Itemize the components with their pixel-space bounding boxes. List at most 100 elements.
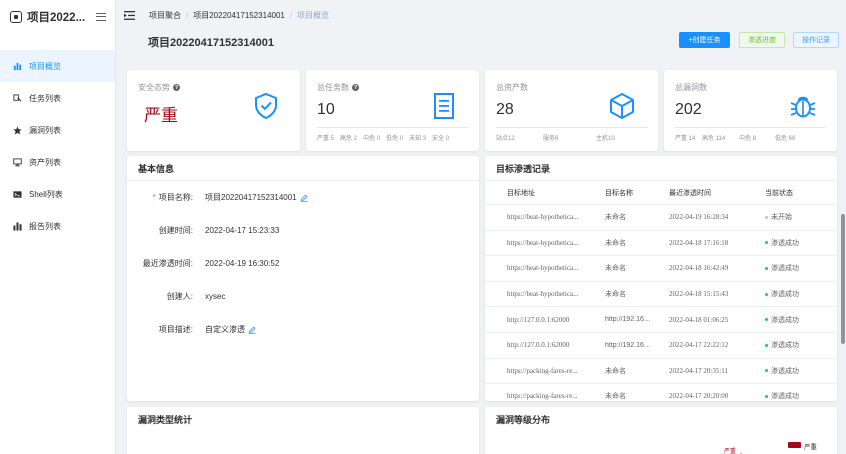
scrollbar-thumb[interactable] — [841, 214, 845, 344]
panel-title: 基本信息 — [127, 156, 479, 181]
vuln-count-medium: 中危 8 — [739, 136, 757, 142]
info-label: 最近渗透时间: — [142, 259, 193, 268]
create-task-button[interactable]: +创建任务 — [679, 32, 730, 48]
panel-title: 目标渗透记录 — [485, 156, 837, 181]
info-row-creator: 创建人: xysec — [127, 291, 226, 302]
status-text: 渗透成功 — [771, 367, 799, 375]
sidebar-item-label: 报告列表 — [29, 221, 61, 231]
status-dot — [765, 394, 768, 398]
status-text: 未开始 — [771, 214, 792, 222]
vuln-type-stats-panel: 漏洞类型统计 — [127, 407, 479, 454]
asset-count-hosts: 主机10 — [596, 136, 615, 142]
security-level-value: 严重 — [144, 106, 178, 125]
sidebar-item-label: 资产列表 — [29, 157, 61, 167]
breadcrumb-item-project[interactable]: 项目20220417152314001 — [193, 10, 285, 21]
sidebar-header: 项目2022... — [0, 0, 115, 34]
panel-title: 漏洞等级分布 — [496, 415, 551, 425]
table-row[interactable]: http://127.0.0.1:62000 http://192.168....… — [485, 307, 837, 333]
cell-time: 2022-04-17 20:35:11 — [669, 366, 729, 375]
info-value: 自定义渗透 — [205, 325, 245, 334]
info-row-last-pentest-time: 最近渗透时间: 2022-04-19 16:30:52 — [127, 258, 280, 269]
cell-address: https://beat-hypothetica... — [507, 264, 579, 273]
table-row[interactable]: https://beat-hypothetica... 未命名 2022-04-19… — [485, 205, 837, 231]
info-label-text: 项目名称: — [158, 193, 193, 202]
pentest-records-panel: 目标渗透记录 目标地址 目标名称 最近渗透时间 当前状态 https://bea… — [485, 156, 837, 401]
pentest-records-table: 目标地址 目标名称 最近渗透时间 当前状态 https://beat-hypot… — [485, 181, 837, 401]
top-bar: 项目聚合 / 项目20220417152314001 / 项目概览 — [116, 0, 846, 30]
panel-title: 漏洞类型统计 — [138, 415, 193, 425]
cell-time: 2022-04-18 15:15:43 — [669, 290, 729, 299]
menu-toggle-icon[interactable] — [96, 13, 106, 21]
sidebar-item-overview[interactable]: 项目概览 — [0, 50, 115, 82]
edit-icon[interactable] — [300, 193, 308, 202]
report-chart-icon — [12, 221, 22, 231]
total-vulns-card: 总漏洞数 202 严重 14 高危 114 中危 8 低危 66 — [664, 70, 837, 151]
sidebar-item-label: 项目概览 — [29, 61, 61, 71]
info-row-project-name: * 项目名称: 项目20220417152314001 — [127, 192, 308, 203]
vuln-count-high: 高危 114 — [702, 136, 726, 142]
table-row[interactable]: https://packing-fares-re... 未命名 2022-04-17… — [485, 359, 837, 385]
table-row[interactable]: https://packing-fares-re... 未命名 2022-04-17… — [485, 384, 837, 401]
help-icon[interactable]: ? — [352, 84, 359, 91]
info-value: 项目20220417152314001 — [205, 193, 297, 202]
table-row[interactable]: https://beat-hypothetica... 未命名 2022-04-18… — [485, 231, 837, 257]
status-text: 渗透成功 — [771, 342, 799, 350]
status-text: 渗透成功 — [771, 239, 799, 247]
info-row-created-time: 创建时间: 2022-04-17 15:23:33 — [127, 225, 280, 236]
cell-name: 未命名 — [605, 291, 626, 299]
cell-address: https://packing-fares-re... — [507, 366, 578, 375]
required-mark: * — [152, 193, 156, 202]
task-count-medium: 中危 0 — [363, 136, 381, 142]
status-dot — [765, 215, 768, 219]
status-text: 渗透成功 — [771, 393, 799, 401]
cell-name: 未命名 — [605, 367, 626, 375]
sidebar-item-tasks[interactable]: 任务列表 — [0, 82, 115, 114]
cell-address: https://beat-hypothetica... — [507, 290, 579, 299]
info-label: 创建人: — [166, 292, 193, 301]
cell-name: 未命名 — [605, 239, 626, 247]
stat-title: 安全态势 ? — [138, 82, 180, 93]
cell-status: 渗透成功 — [748, 366, 808, 376]
sidebar-item-reports[interactable]: 报告列表 — [0, 210, 115, 242]
basic-info-panel: 基本信息 * 项目名称: 项目20220417152314001 创建时间: 20… — [127, 156, 479, 401]
help-icon[interactable]: ? — [173, 84, 180, 91]
operation-log-button[interactable]: 操作记录 — [793, 32, 839, 48]
edit-icon[interactable] — [248, 325, 256, 334]
breadcrumb-item-aggregate[interactable]: 项目聚合 — [149, 10, 181, 21]
breadcrumb-separator: / — [186, 10, 189, 20]
stat-title-text: 安全态势 — [138, 83, 170, 92]
security-status-card: 安全态势 ? 严重 — [127, 70, 300, 151]
sidebar-item-shells[interactable]: Shell列表 — [0, 178, 115, 210]
cell-status: 渗透成功 — [748, 263, 808, 273]
cell-status: 未开始 — [748, 212, 808, 222]
table-row[interactable]: https://beat-hypothetica... 未命名 2022-04-18… — [485, 256, 837, 282]
cell-status: 渗透成功 — [748, 340, 808, 350]
stat-divider — [496, 127, 647, 128]
table-row[interactable]: https://beat-hypothetica... 未命名 2022-04-18… — [485, 282, 837, 308]
cell-address: https://beat-hypothetica... — [507, 213, 579, 222]
cell-name: http://192.168.... — [605, 316, 653, 324]
status-dot — [765, 292, 768, 296]
shield-check-icon — [255, 92, 277, 120]
sidebar-item-vulns[interactable]: 漏洞列表 — [0, 114, 115, 146]
table-scrollbar[interactable] — [831, 205, 836, 397]
cell-address: https://beat-hypothetica... — [507, 238, 579, 247]
total-assets-value: 28 — [496, 101, 514, 118]
sidebar-item-assets[interactable]: 资产列表 — [0, 146, 115, 178]
info-label: * 项目名称: — [127, 192, 205, 203]
app-title: 项目2022... — [27, 12, 86, 24]
table-row[interactable]: http://127.0.0.1:62000 http://192.168....… — [485, 333, 837, 359]
legend-label-critical: 严重 — [804, 444, 817, 451]
fold-sidebar-icon[interactable] — [124, 10, 135, 20]
pentest-progress-button[interactable]: 渗透进度 — [739, 32, 785, 48]
task-breakdown: 严重 5 高危 2 中危 0 低危 0 未知 3 安全 0 — [317, 133, 449, 142]
cell-name: 未命名 — [605, 393, 626, 401]
total-tasks-value: 10 — [317, 101, 335, 118]
star-icon — [12, 125, 22, 135]
cell-status: 渗透成功 — [748, 289, 808, 299]
task-count-high: 高危 2 — [340, 136, 358, 142]
cell-name: 未命名 — [605, 265, 626, 273]
cube-icon — [610, 93, 634, 119]
sidebar-item-label: Shell列表 — [29, 189, 63, 199]
legend-swatch-critical[interactable] — [788, 442, 801, 448]
